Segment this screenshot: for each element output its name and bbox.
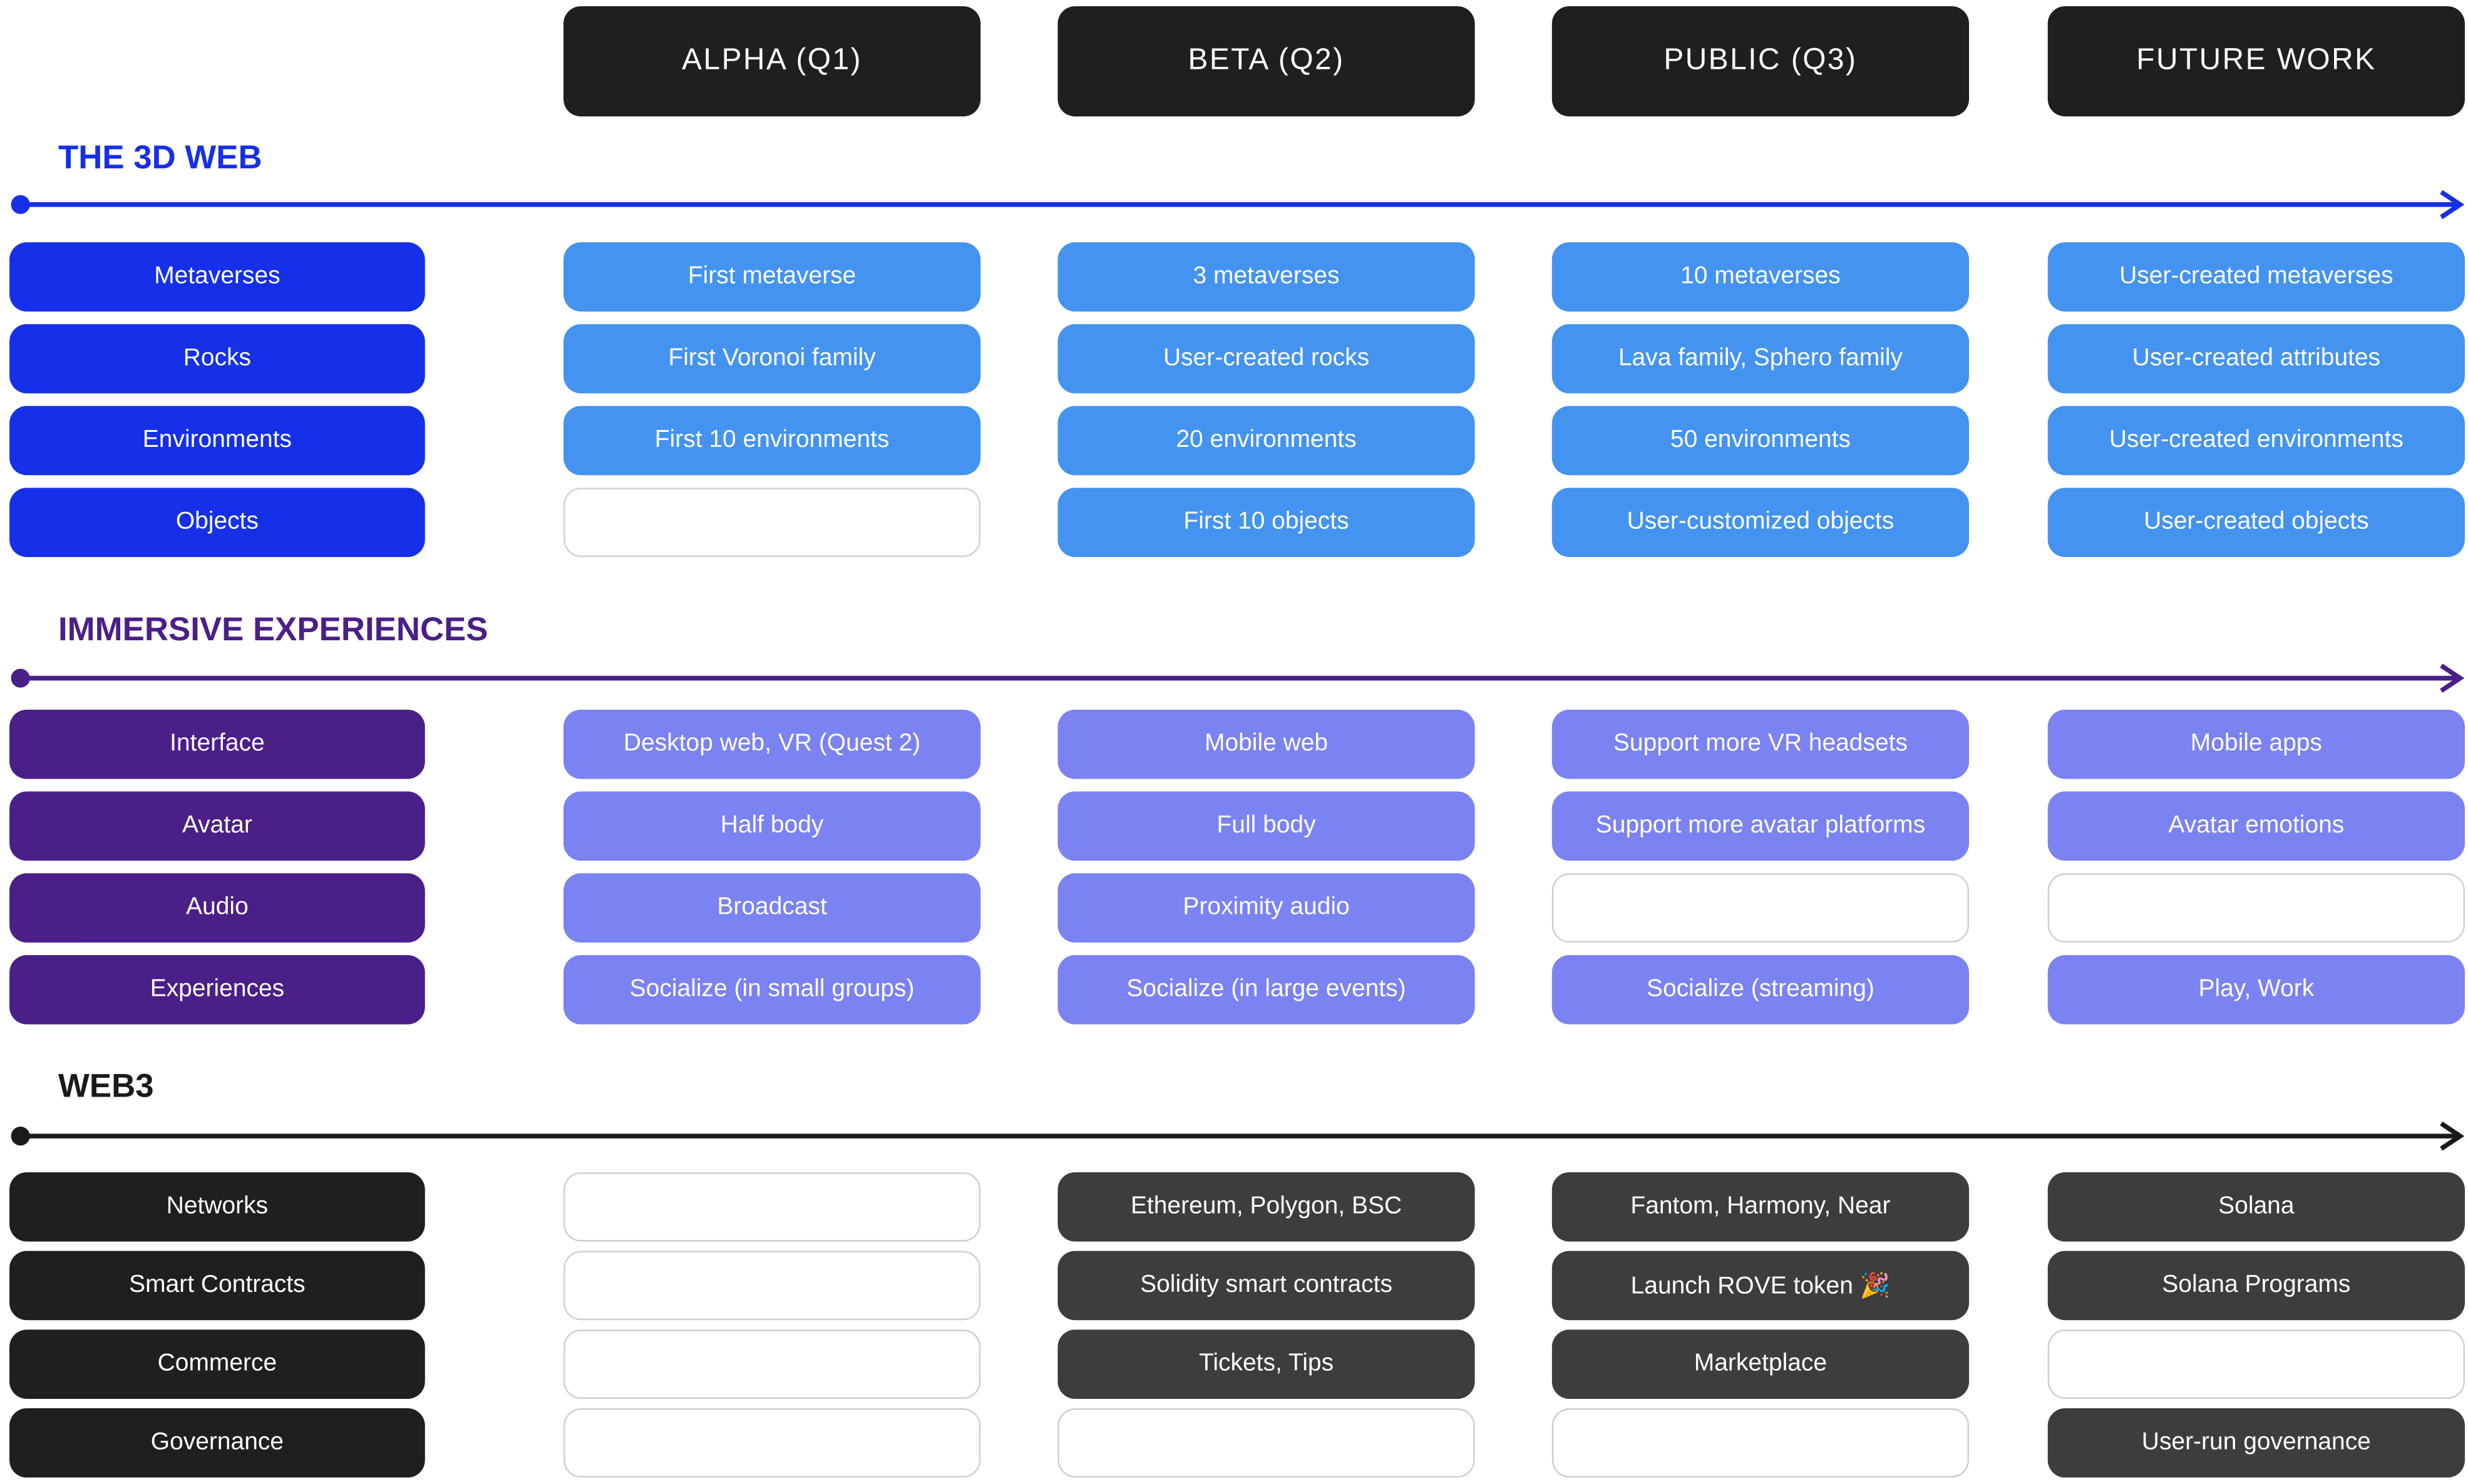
row-label-experiences: Experiences [9,955,425,1025]
roadmap-cell-beta-q2: 3 metaverses [1057,242,1475,312]
phase-header-public-q3: PUBLIC (Q3) [1551,6,1970,117]
phase-header-future-work: FUTURE WORK [2047,6,2465,117]
roadmap-cell-alpha-q1: First 10 environments [563,406,981,476]
phase-header-alpha-q1: ALPHA (Q1) [563,6,981,117]
roadmap-canvas: ALPHA (Q1) BETA (Q2) PUBLIC (Q3) FUTURE WOR… [0,0,2468,1484]
roadmap-cell-future-work: User-run governance [2047,1408,2465,1478]
roadmap-cell-future-work: Mobile apps [2047,709,2465,779]
roadmap-cell-future-work: Avatar emotions [2047,791,2465,861]
row-label-objects: Objects [9,488,425,557]
roadmap-cell-beta-q2: Full body [1057,791,1475,861]
roadmap-cell-beta-q2: Mobile web [1057,709,1475,779]
section-title: WEB3 [58,1068,154,1105]
empty-cell [2047,1329,2465,1399]
roadmap-cell-beta-q2: Proximity audio [1057,873,1475,943]
roadmap-cell-public-q3: Socialize (streaming) [1551,955,1970,1025]
timeline-arrow [11,663,2465,693]
row-label-audio: Audio [9,873,425,943]
roadmap-cell-beta-q2: 20 environments [1057,406,1475,476]
roadmap-cell-beta-q2: Solidity smart contracts [1057,1251,1475,1321]
roadmap-cell-public-q3: Support more avatar platforms [1551,791,1970,861]
roadmap-cell-beta-q2: Tickets, Tips [1057,1329,1475,1399]
roadmap-cell-future-work: User-created environments [2047,406,2465,476]
timeline-arrow [11,1121,2465,1151]
row-label-metaverses: Metaverses [9,242,425,312]
roadmap-cell-alpha-q1: First metaverse [563,242,981,312]
empty-cell [1057,1408,1475,1478]
roadmap-cell-beta-q2: User-created rocks [1057,324,1475,394]
roadmap-cell-public-q3: Fantom, Harmony, Near [1551,1172,1970,1242]
empty-cell [563,1408,981,1478]
roadmap-cell-future-work: Play, Work [2047,955,2465,1025]
row-label-environments: Environments [9,406,425,476]
roadmap-cell-future-work: Solana [2047,1172,2465,1242]
roadmap-cell-beta-q2: Socialize (in large events) [1057,955,1475,1025]
timeline-start-dot [11,668,30,688]
roadmap-cell-alpha-q1: Half body [563,791,981,861]
empty-cell [563,1172,981,1242]
empty-cell [563,488,981,557]
roadmap-cell-future-work: Solana Programs [2047,1251,2465,1321]
empty-cell [563,1329,981,1399]
row-label-avatar: Avatar [9,791,425,861]
empty-cell [2047,873,2465,943]
roadmap-cell-public-q3: Launch ROVE token 🎉 [1551,1251,1970,1321]
empty-cell [1551,1408,1970,1478]
roadmap-cell-public-q3: User-customized objects [1551,488,1970,557]
roadmap-cell-public-q3: 50 environments [1551,406,1970,476]
timeline-start-dot [11,1127,30,1146]
timeline-arrow [11,190,2465,220]
roadmap-cell-alpha-q1: Socialize (in small groups) [563,955,981,1025]
row-label-smart-contracts: Smart Contracts [9,1251,425,1321]
roadmap-cell-future-work: User-created attributes [2047,324,2465,394]
row-label-commerce: Commerce [9,1329,425,1399]
section-title: IMMERSIVE EXPERIENCES [58,612,488,648]
roadmap-cell-alpha-q1: Desktop web, VR (Quest 2) [563,709,981,779]
roadmap-cell-future-work: User-created metaverses [2047,242,2465,312]
phase-header-beta-q2: BETA (Q2) [1057,6,1475,117]
section-title: THE 3D WEB [58,140,262,177]
roadmap-cell-public-q3: Marketplace [1551,1329,1970,1399]
roadmap-cell-future-work: User-created objects [2047,488,2465,557]
roadmap-cell-alpha-q1: Broadcast [563,873,981,943]
timeline-start-dot [11,195,30,214]
row-label-governance: Governance [9,1408,425,1478]
row-label-networks: Networks [9,1172,425,1242]
roadmap-cell-public-q3: 10 metaverses [1551,242,1970,312]
empty-cell [563,1251,981,1321]
roadmap-cell-beta-q2: Ethereum, Polygon, BSC [1057,1172,1475,1242]
empty-cell [1551,873,1970,943]
roadmap-cell-beta-q2: First 10 objects [1057,488,1475,557]
row-label-interface: Interface [9,709,425,779]
roadmap-cell-alpha-q1: First Voronoi family [563,324,981,394]
roadmap-cell-public-q3: Support more VR headsets [1551,709,1970,779]
row-label-rocks: Rocks [9,324,425,394]
roadmap-cell-public-q3: Lava family, Sphero family [1551,324,1970,394]
